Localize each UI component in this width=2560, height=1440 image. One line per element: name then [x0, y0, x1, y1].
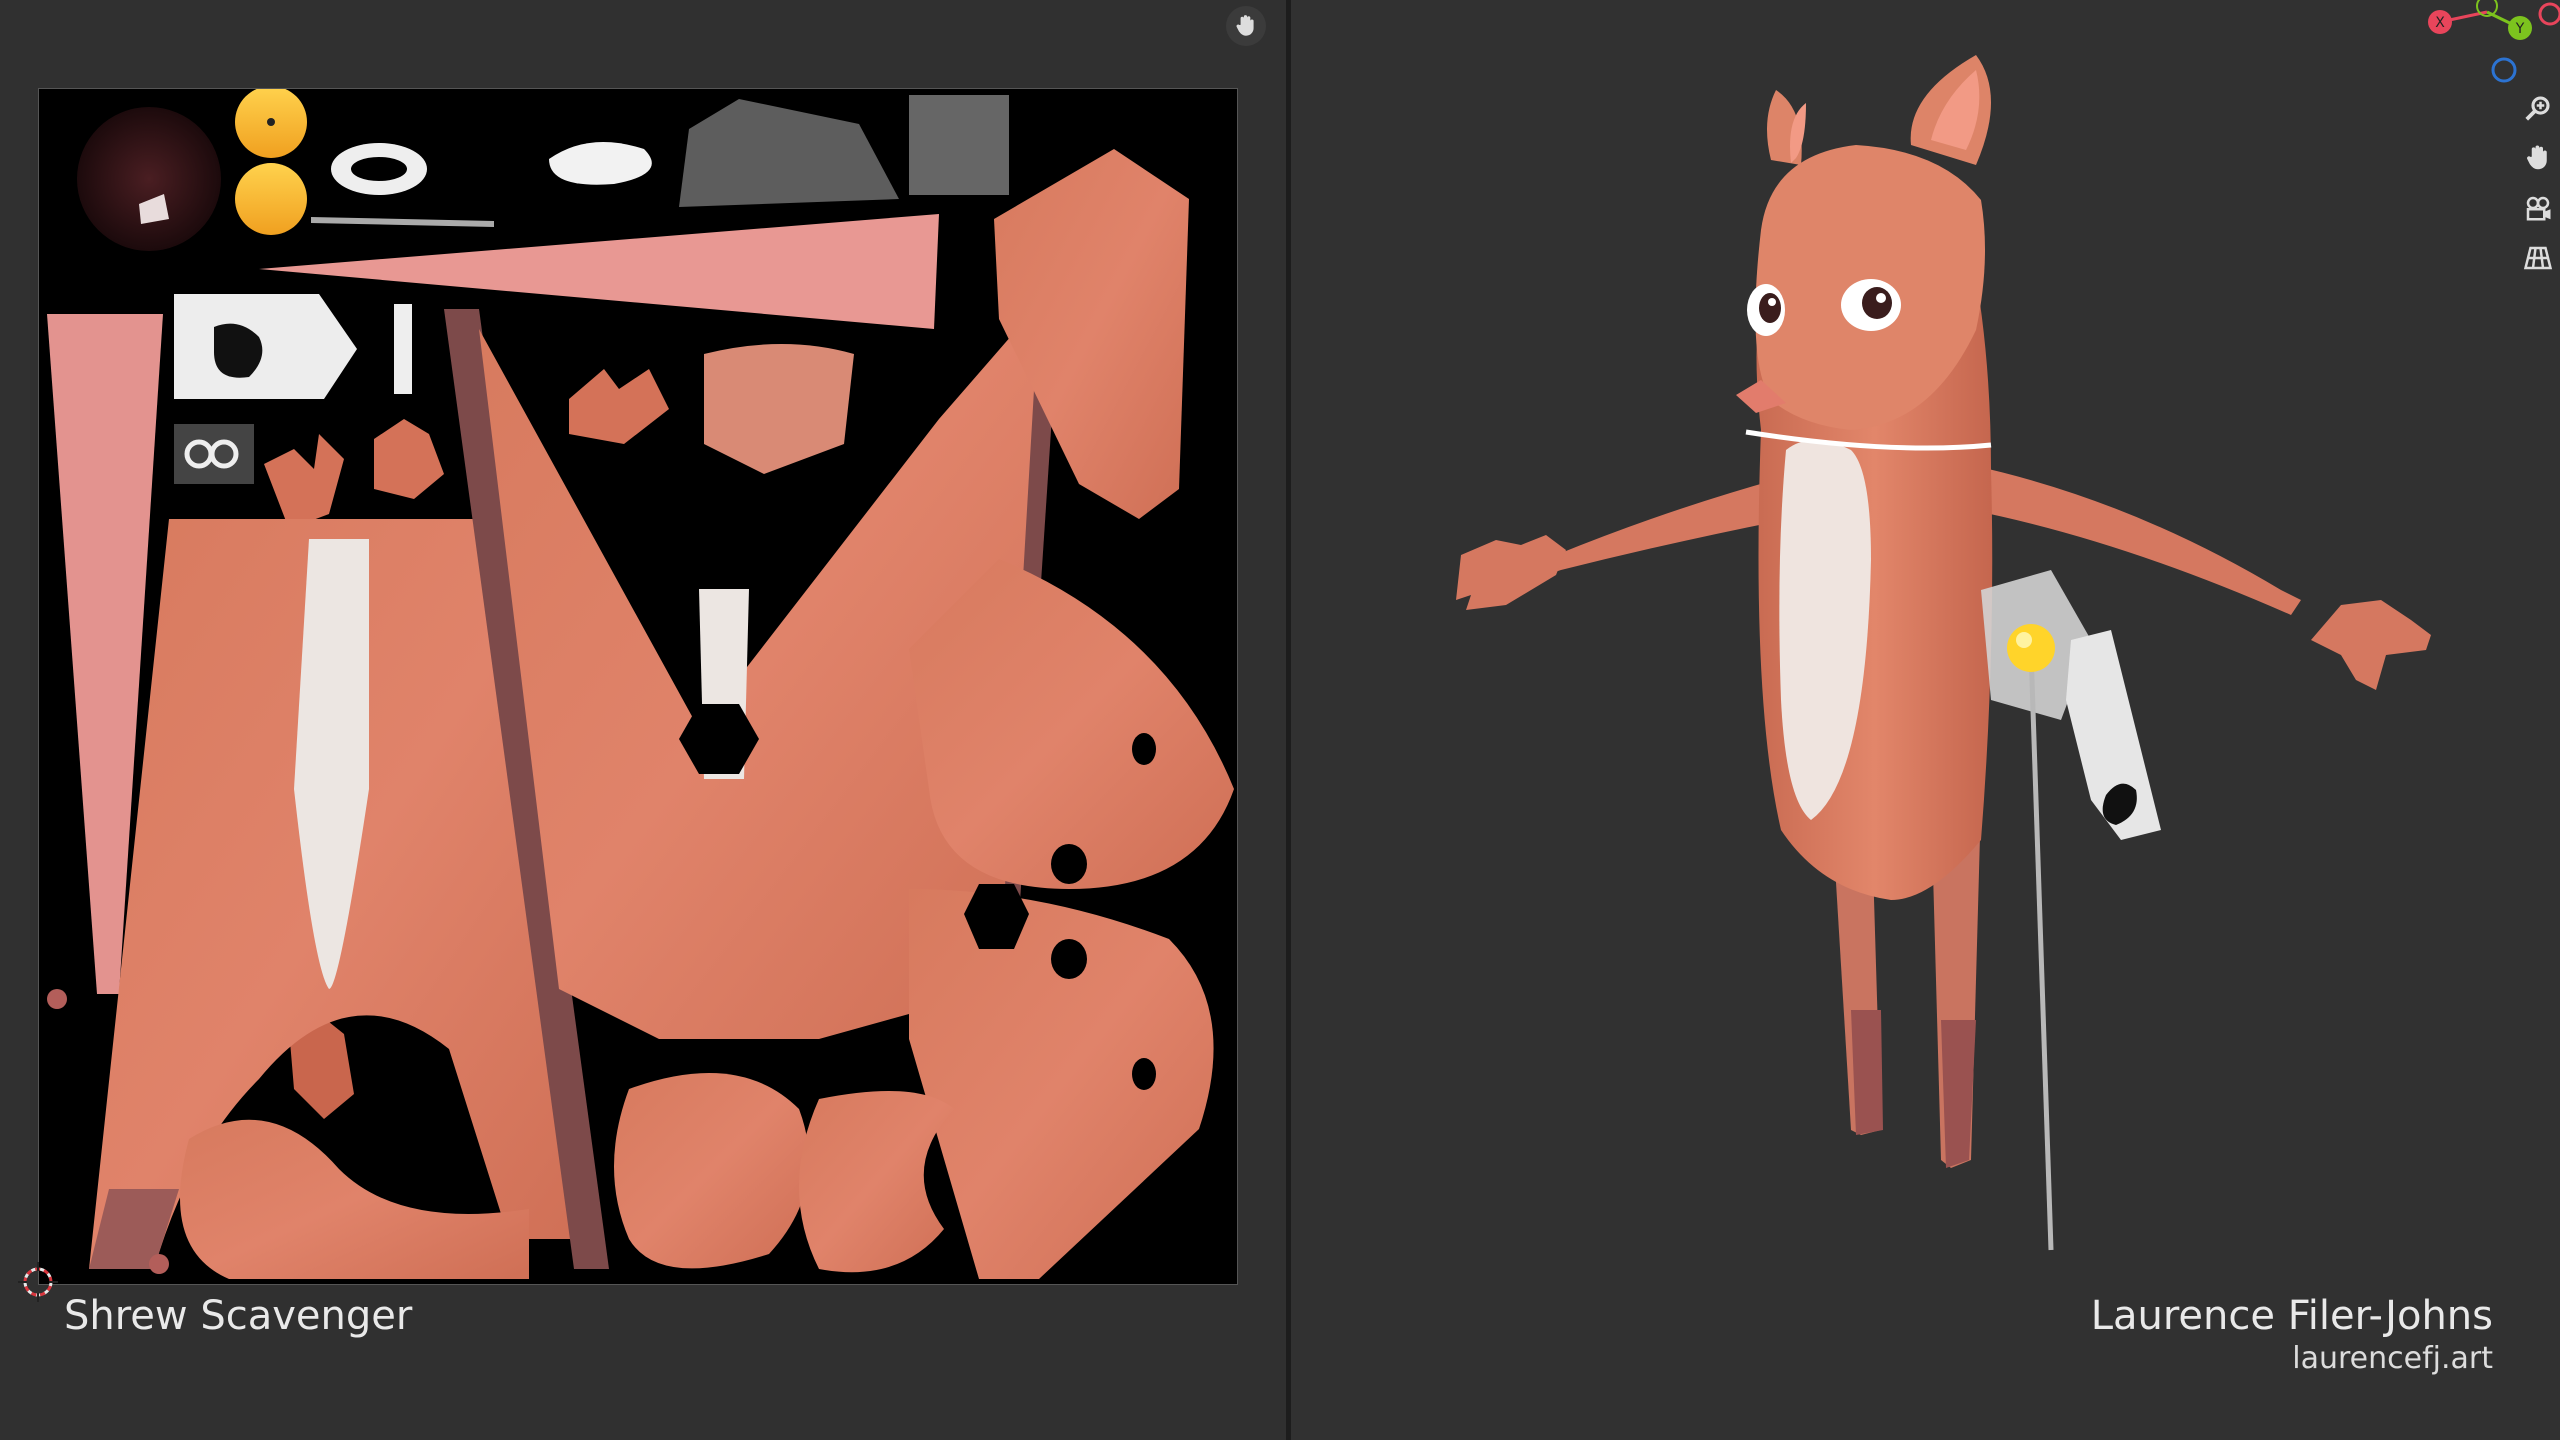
uv-islands [47, 86, 1234, 1279]
svg-text:X: X [2435, 15, 2445, 31]
author-name: Laurence Filer-Johns [2090, 1293, 2493, 1339]
navigation-gizmo[interactable]: X Y [2412, 0, 2560, 90]
zoom-icon[interactable] [2516, 86, 2560, 130]
camera-icon[interactable] [2516, 186, 2560, 230]
perspective-grid-icon[interactable] [2516, 236, 2560, 280]
uv-texture-map[interactable] [38, 86, 1238, 1285]
pan-hand-icon[interactable] [1226, 6, 1266, 46]
svg-text:Y: Y [2515, 21, 2525, 37]
3d-cursor-icon [18, 1262, 58, 1302]
3d-viewport-panel[interactable]: X Y Laurence Filer-Johns laurencefj.art [1291, 0, 2560, 1440]
eye-island [77, 107, 221, 251]
project-title: Shrew Scavenger [64, 1293, 413, 1339]
shrew-model [1456, 55, 2431, 1251]
uv-editor-panel[interactable]: Shrew Scavenger [0, 0, 1286, 1440]
author-website: laurencefj.art [2292, 1341, 2493, 1376]
pan-hand-icon[interactable] [2516, 136, 2560, 180]
